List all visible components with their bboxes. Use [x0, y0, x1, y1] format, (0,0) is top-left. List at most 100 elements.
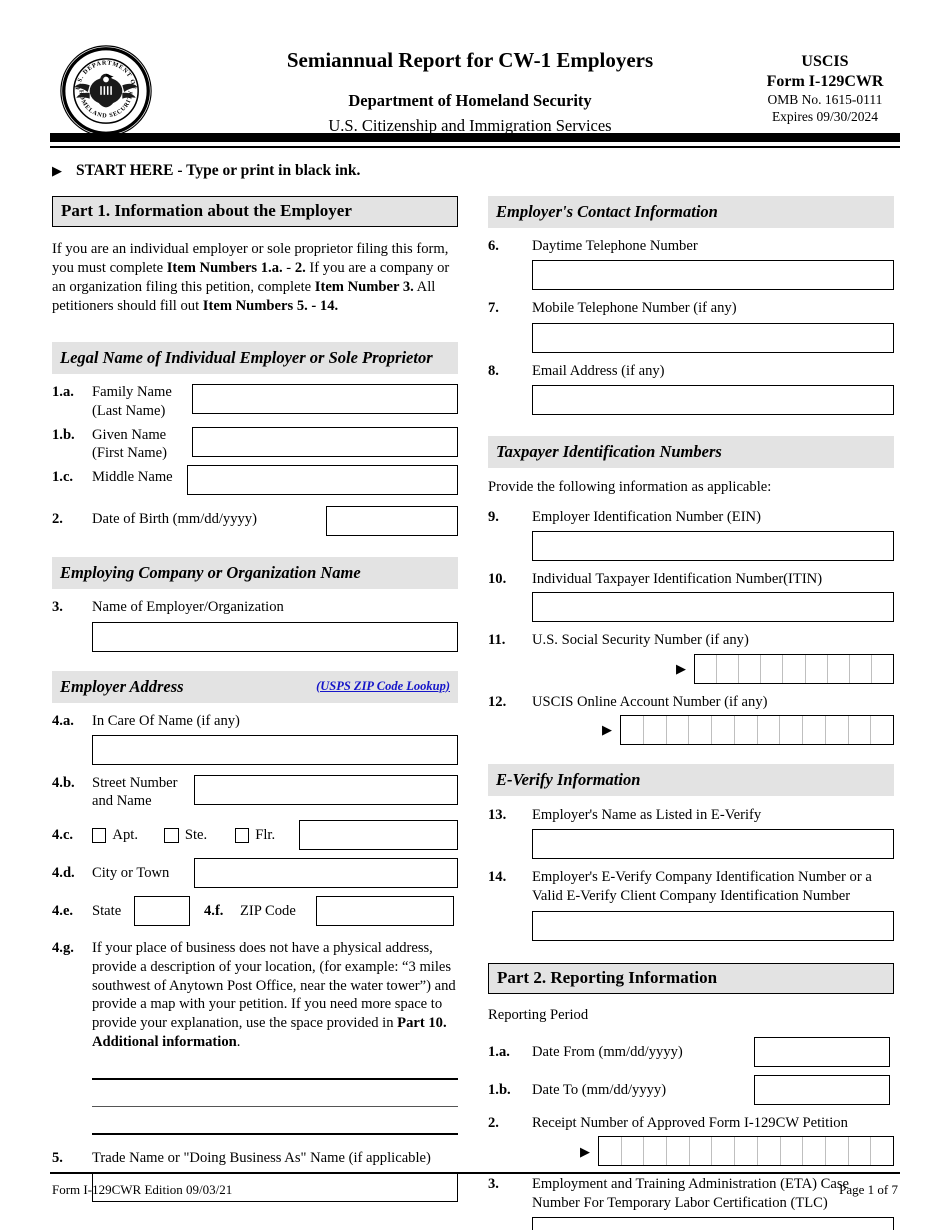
uscis-account-field-row: ▶ — [488, 714, 894, 745]
item-4b-number: 4.b. — [52, 775, 75, 791]
part-2-header: Part 2. Reporting Information — [488, 962, 894, 994]
item-11-label: U.S. Social Security Number (if any) — [532, 632, 749, 649]
daytime-telephone-input[interactable] — [532, 260, 894, 291]
city-or-town-input[interactable] — [194, 858, 458, 889]
part2-item-1a-row: 1.a. Date From (mm/dd/yyyy) — [488, 1036, 894, 1067]
item-6-row: 6. Daytime Telephone Number — [488, 237, 894, 255]
item-12-number: 12. — [488, 693, 507, 710]
item-4b-label: Street Number and Name — [92, 775, 178, 810]
item-1c-label: Middle Name — [92, 469, 173, 486]
apt-checkbox[interactable] — [92, 827, 107, 843]
item-4d-label: City or Town — [92, 865, 170, 882]
ein-input[interactable] — [532, 531, 894, 562]
item-4a-number: 4.a. — [52, 712, 74, 729]
employer-organization-name-input[interactable] — [92, 621, 458, 652]
ste-checkbox[interactable] — [164, 827, 179, 843]
start-here-instruction: ▶ START HERE - Type or print in black ink… — [52, 162, 360, 180]
item-1b-row: 1.b. Given Name (First Name) — [52, 426, 458, 462]
state-input[interactable] — [134, 896, 190, 927]
item-6-label: Daytime Telephone Number — [532, 238, 698, 255]
start-here-label: START HERE - Type or print in black ink. — [76, 162, 361, 179]
part2-item-1b-number: 1.b. — [488, 1081, 511, 1098]
header-rule-thick — [50, 133, 900, 142]
right-triangle-icon: ▶ — [580, 1143, 590, 1159]
part-1-header: Part 1. Information about the Employer — [52, 196, 458, 228]
ssn-comb-input[interactable] — [694, 653, 894, 684]
item-2-number: 2. — [52, 511, 63, 528]
item-8-row: 8. Email Address (if any) — [488, 362, 894, 380]
item-5-row: 5. Trade Name or "Doing Business As" Nam… — [52, 1149, 458, 1167]
header-rule-thin — [50, 146, 900, 148]
item-9-label: Employer Identification Number (EIN) — [532, 508, 761, 525]
expiration-date: Expires 09/30/2024 — [771, 108, 879, 124]
state-label: State — [92, 903, 122, 920]
taxpayer-id-intro: Provide the following information as app… — [488, 478, 772, 495]
in-care-of-name-input[interactable] — [92, 735, 458, 765]
receipt-number-comb-input[interactable] — [598, 1136, 894, 1167]
item-4d-number: 4.d. — [52, 865, 75, 882]
item-12-row: 12. USCIS Online Account Number (if any) — [488, 693, 894, 711]
email-address-input[interactable] — [532, 384, 894, 415]
date-from-input[interactable] — [754, 1036, 890, 1067]
contact-information-section-header: Employer's Contact Information — [488, 196, 894, 229]
item-4g-write-line-3[interactable] — [92, 1132, 458, 1135]
item-4f-number: 4.f. — [204, 903, 224, 920]
form-header: U.S. DEPARTMENT OF HOMELAND SECURITY — [50, 40, 900, 140]
usps-zip-code-lookup-link[interactable]: (USPS ZIP Code Lookup) — [316, 678, 450, 694]
form-number: Form I-129CWR — [766, 73, 884, 90]
given-name-input[interactable] — [192, 426, 458, 457]
eta-case-number-input[interactable] — [532, 1217, 894, 1230]
part2-item-1a-number: 1.a. — [488, 1043, 510, 1060]
right-triangle-icon: ▶ — [602, 722, 612, 738]
item-8-number: 8. — [488, 362, 499, 379]
street-number-and-name-input[interactable] — [194, 775, 458, 805]
item-7-row: 7. Mobile Telephone Number (if any) — [488, 299, 894, 317]
zip-code-input[interactable] — [316, 896, 454, 927]
everify-company-id-input[interactable] — [532, 910, 894, 941]
item-1a-number: 1.a. — [52, 384, 74, 401]
receipt-number-label: Receipt Number of Approved Form I-129CW … — [532, 1114, 848, 1131]
family-name-input[interactable] — [192, 384, 458, 415]
item-4g-row: 4.g. If your place of business does not … — [52, 939, 458, 1051]
left-column: Part 1. Information about the Employer I… — [52, 196, 458, 1202]
part2-item-2-number: 2. — [488, 1114, 499, 1131]
item-2-label: Date of Birth (mm/dd/yyyy) — [92, 511, 257, 528]
apt-ste-flr-number-input[interactable] — [299, 820, 458, 851]
right-triangle-icon: ▶ — [52, 163, 62, 178]
item-1b-number: 1.b. — [52, 426, 75, 443]
item-2-row: 2. Date of Birth (mm/dd/yyyy) — [52, 506, 458, 537]
item-9-number: 9. — [488, 508, 499, 525]
item-4e-number: 4.e. — [52, 903, 74, 920]
part2-item-2-row: 2. Receipt Number of Approved Form I-129… — [488, 1114, 894, 1132]
item-3-number: 3. — [52, 599, 63, 616]
taxpayer-id-section-header: Taxpayer Identification Numbers — [488, 435, 894, 468]
reporting-period-label: Reporting Period — [488, 1006, 589, 1023]
item-4g-write-line-1[interactable] — [92, 1077, 458, 1080]
date-to-input[interactable] — [754, 1074, 890, 1105]
header-titles: Semiannual Report for CW-1 Employers Dep… — [200, 48, 740, 136]
receipt-number-field-row: ▶ — [488, 1136, 894, 1167]
item-1c-row: 1.c. Middle Name — [52, 465, 458, 496]
middle-name-input[interactable] — [187, 465, 458, 496]
item-5-number: 5. — [52, 1149, 63, 1166]
part2-item-1b-row: 1.b. Date To (mm/dd/yyyy) — [488, 1074, 894, 1105]
item-12-label: USCIS Online Account Number (if any) — [532, 693, 768, 710]
zip-code-label: ZIP Code — [240, 903, 296, 920]
item-4g-write-line-2[interactable] — [92, 1105, 458, 1107]
itin-input[interactable] — [532, 592, 894, 623]
item-6-number: 6. — [488, 238, 499, 255]
everify-section-header: E-Verify Information — [488, 763, 894, 796]
date-of-birth-input[interactable] — [326, 506, 458, 537]
item-11-number: 11. — [488, 632, 506, 649]
flr-checkbox[interactable] — [234, 827, 250, 843]
item-9-row: 9. Employer Identification Number (EIN) — [488, 508, 894, 526]
uscis-online-account-comb-input[interactable] — [620, 714, 894, 745]
form-identification-block: USCIS Form I-129CWR OMB No. 1615-0111 Ex… — [750, 52, 900, 126]
everify-employer-name-input[interactable] — [532, 829, 894, 860]
item-7-number: 7. — [488, 300, 499, 317]
item-4a-label: In Care Of Name (if any) — [92, 712, 240, 729]
item-1a-row: 1.a. Family Name (Last Name) — [52, 383, 458, 419]
item-7-label: Mobile Telephone Number (if any) — [532, 300, 737, 317]
mobile-telephone-input[interactable] — [532, 322, 894, 353]
item-3-label: Name of Employer/Organization — [92, 599, 284, 616]
